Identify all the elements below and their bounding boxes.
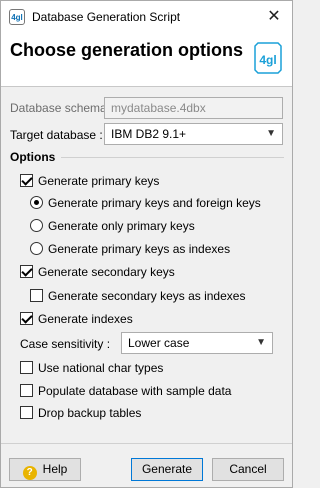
pk-as-indexes-radio[interactable] <box>30 242 43 255</box>
section-divider <box>61 157 284 158</box>
generate-indexes-checkbox[interactable] <box>20 312 33 325</box>
only-pk-label: Generate only primary keys <box>48 219 195 233</box>
use-national-label: Use national char types <box>38 361 164 375</box>
schema-label: Database schema : <box>10 101 114 115</box>
use-national-checkbox[interactable] <box>20 361 33 374</box>
help-icon: ? <box>22 466 37 480</box>
window-title: Database Generation Script <box>32 10 181 24</box>
drop-backup-checkbox[interactable] <box>20 406 33 419</box>
brand-logo-icon: 4gl <box>254 42 282 74</box>
generate-secondary-keys-label: Generate secondary keys <box>38 265 175 279</box>
generate-primary-keys-checkbox[interactable] <box>20 174 33 187</box>
drop-backup-label: Drop backup tables <box>38 406 142 420</box>
generate-secondary-keys-checkbox[interactable] <box>20 265 33 278</box>
logo-text: 4gl <box>259 53 276 67</box>
title-bar: 4gl Database Generation Script ✕ <box>1 1 292 32</box>
page-title: Choose generation options <box>10 40 244 60</box>
pk-and-fk-label: Generate primary keys and foreign keys <box>48 196 261 210</box>
pk-and-fk-radio[interactable] <box>30 196 43 209</box>
populate-sample-checkbox[interactable] <box>20 384 33 397</box>
app-icon: 4gl <box>9 9 25 25</box>
generate-primary-keys-label: Generate primary keys <box>38 174 160 188</box>
generate-button-label: Generate <box>141 462 193 476</box>
secondary-as-indexes-label: Generate secondary keys as indexes <box>48 289 246 303</box>
secondary-as-indexes-checkbox[interactable] <box>30 289 43 302</box>
cancel-button-label: Cancel <box>229 462 267 476</box>
case-sensitivity-label: Case sensitivity : <box>20 337 111 351</box>
only-pk-radio[interactable] <box>30 219 43 232</box>
chevron-down-icon: ▼ <box>256 337 266 348</box>
schema-field: mydatabase.4dbx <box>104 97 283 119</box>
dialog-window: 4gl Database Generation Script ✕ Choose … <box>0 0 293 488</box>
case-sensitivity-select[interactable]: Lower case ▼ <box>121 332 273 354</box>
target-label: Target database : <box>10 128 103 142</box>
options-section-title: Options <box>10 150 56 164</box>
help-button-label: Help <box>42 462 68 476</box>
cancel-button[interactable]: Cancel <box>212 458 284 481</box>
dialog-header: Choose generation options 4gl <box>1 32 292 87</box>
populate-sample-label: Populate database with sample data <box>38 384 232 398</box>
target-database-value: IBM DB2 9.1+ <box>111 127 187 141</box>
case-sensitivity-value: Lower case <box>128 336 190 350</box>
generate-indexes-label: Generate indexes <box>38 312 133 326</box>
close-button[interactable]: ✕ <box>256 1 292 32</box>
chevron-down-icon: ▼ <box>266 128 276 139</box>
help-button[interactable]: ? Help <box>9 458 81 481</box>
footer-divider <box>1 443 292 444</box>
generate-button[interactable]: Generate <box>131 458 203 481</box>
pk-as-indexes-label: Generate primary keys as indexes <box>48 242 231 256</box>
target-database-select[interactable]: IBM DB2 9.1+ ▼ <box>104 123 283 145</box>
